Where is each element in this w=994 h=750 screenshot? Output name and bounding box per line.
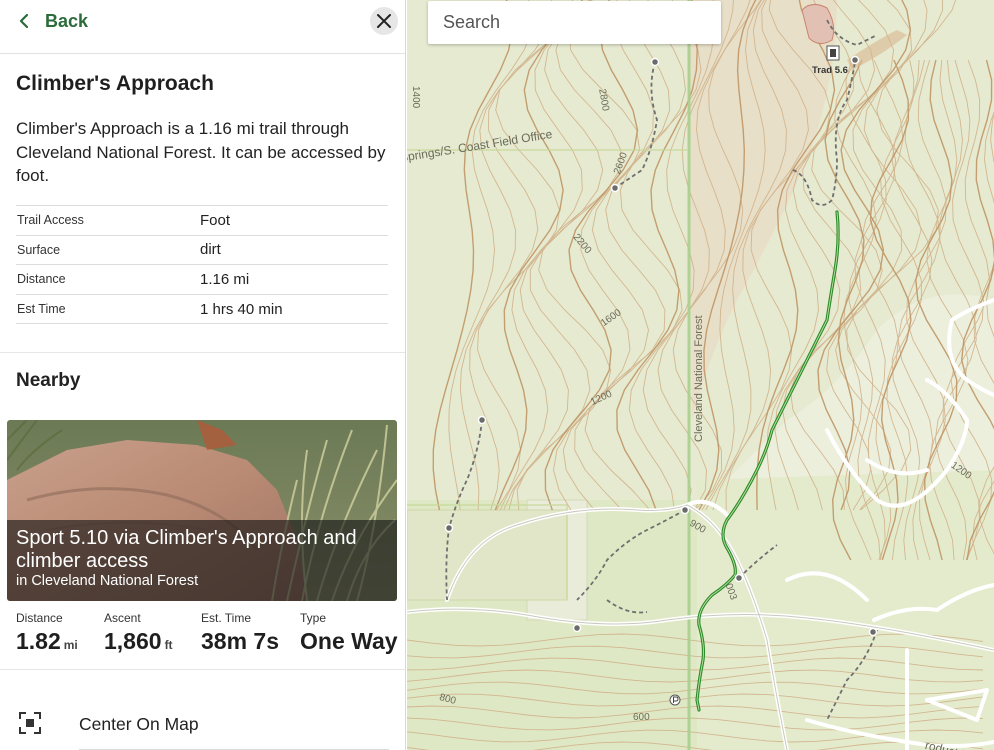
back-label: Back	[45, 10, 89, 31]
attribute-row: Est Time 1 hrs 40 min	[16, 295, 388, 325]
stat-ascent: Ascent 1,860 ft	[104, 611, 173, 655]
attribute-key: Trail Access	[17, 213, 84, 228]
attribute-value: 1.16 mi	[200, 270, 250, 288]
nearby-route-location: in Cleveland National Forest	[16, 573, 199, 589]
trail-title: Climber's Approach	[16, 72, 214, 95]
center-on-map-label: Center On Map	[79, 714, 199, 734]
nearby-heading: Nearby	[16, 370, 81, 391]
stat-est-time: Est. Time 38m 7s	[201, 611, 279, 655]
nearby-route-card[interactable]: Sport 5.10 via Climber's Approach and cl…	[7, 420, 397, 601]
trail-detail-panel: Back Climber's Approach Climber's Approa…	[0, 0, 406, 750]
trail-attributes-table: Trail Access Foot Surface dirt Distance …	[16, 205, 388, 325]
stat-label: Distance	[16, 611, 63, 625]
attribute-value: Foot	[200, 211, 231, 229]
attribute-key: Distance	[17, 272, 66, 287]
stat-label: Est. Time	[201, 611, 252, 625]
back-button[interactable]: Back	[14, 8, 88, 34]
topo-map[interactable]: Springs/S. Coast Field Office Cleveland …	[407, 0, 994, 750]
close-icon	[377, 14, 391, 28]
focus-frame-icon	[19, 712, 41, 734]
stat-label: Type	[300, 611, 327, 625]
nearby-route-name: Sport 5.10 via Climber's Approach and cl…	[16, 527, 357, 572]
map-label-elev-600: 600	[633, 712, 650, 723]
attribute-row: Surface dirt	[16, 236, 388, 266]
center-on-map-button[interactable]: Center On Map	[0, 700, 405, 746]
attribute-value: dirt	[200, 241, 221, 259]
section-divider	[0, 669, 405, 670]
map-label-trad: Trad 5.6	[812, 65, 848, 76]
chevron-left-icon	[19, 13, 29, 29]
attribute-key: Surface	[17, 242, 61, 257]
stat-unit: mi	[63, 638, 78, 652]
panel-header: Back	[0, 0, 405, 54]
stat-type: Type One Way	[300, 611, 398, 655]
stat-unit: ft	[164, 638, 173, 652]
attribute-row: Trail Access Foot	[16, 206, 388, 236]
trail-description: Climber's Approach is a 1.16 mi trail th…	[16, 119, 386, 185]
section-divider	[0, 352, 405, 353]
stat-value: 1,860	[104, 628, 162, 654]
map-label-forest-name: Cleveland National Forest	[693, 315, 705, 442]
close-button[interactable]	[370, 7, 398, 35]
map-search-box[interactable]	[428, 1, 721, 44]
map-label-elev-1400: 1400	[410, 86, 421, 109]
attribute-value: 1 hrs 40 min	[200, 300, 283, 318]
attribute-key: Est Time	[17, 302, 66, 317]
search-input[interactable]	[443, 12, 713, 33]
stat-value: 1.82	[16, 628, 61, 654]
stat-value: One Way	[300, 628, 398, 654]
stat-label: Ascent	[104, 611, 141, 625]
stat-distance: Distance 1.82 mi	[16, 611, 78, 655]
stat-value: 38m 7s	[201, 628, 280, 654]
attribute-row: Distance 1.16 mi	[16, 265, 388, 295]
